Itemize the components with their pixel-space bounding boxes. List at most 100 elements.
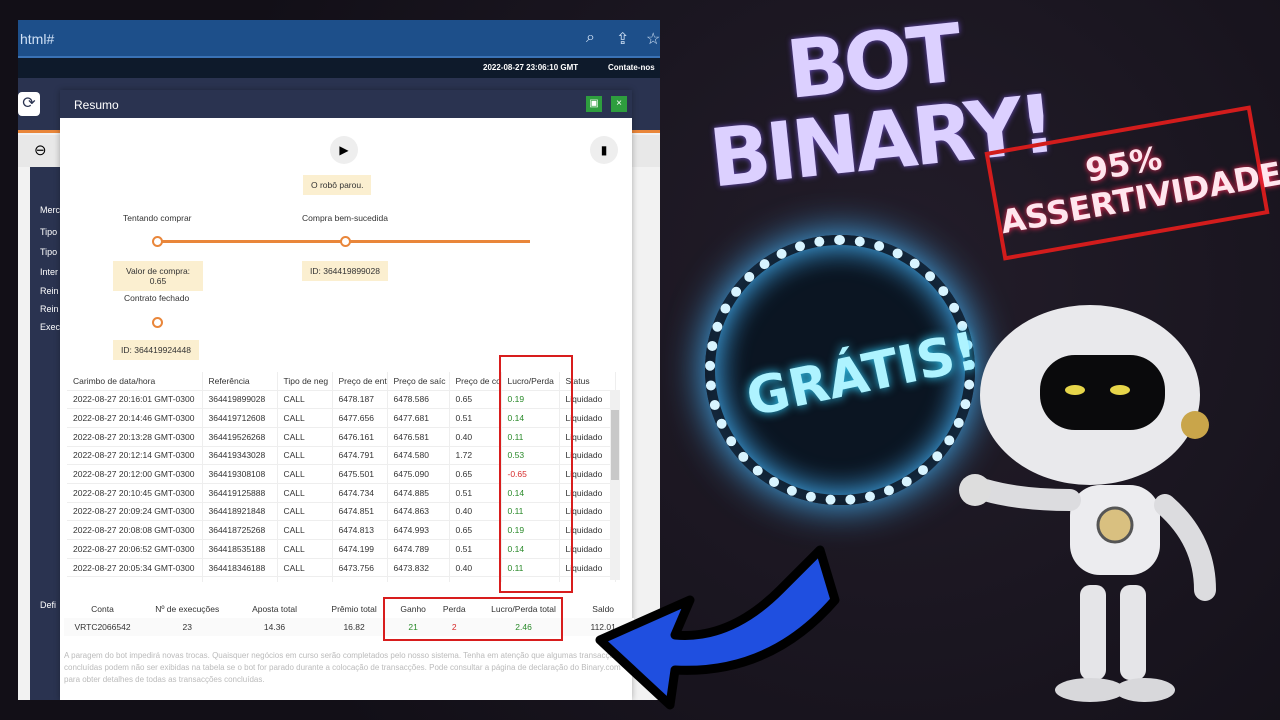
table-cell: 0.65	[449, 520, 502, 540]
column-header[interactable]: Preço de cor	[449, 372, 502, 391]
scroll-thumb[interactable]	[611, 410, 619, 480]
table-cell: 6477.681	[387, 408, 450, 428]
table-cell: 0.51	[449, 539, 502, 559]
table-cell: 6473.068	[332, 576, 388, 582]
table-cell: 6474.863	[387, 502, 450, 522]
zoom-out-icon[interactable]: ⊖	[34, 141, 47, 159]
sidebar-item[interactable]: Merc	[40, 205, 60, 215]
summary-value-cell: 16.82	[343, 622, 365, 632]
table-cell: 0.51	[449, 408, 502, 428]
step-node	[152, 236, 163, 247]
table-cell: 364419343028	[202, 446, 278, 466]
table-cell: CALL	[277, 576, 333, 582]
table-cell: 6473.756	[332, 558, 388, 578]
table-cell: CALL	[277, 558, 333, 578]
star-icon[interactable]: ☆	[646, 29, 660, 49]
sidebar-item[interactable]: Tipo	[40, 227, 57, 237]
table-cell: 6474.789	[387, 539, 450, 559]
table-cell: 6474.791	[332, 446, 388, 466]
close-icon[interactable]: ×	[611, 96, 627, 112]
table-cell: 2022-08-27 20:06:52 GMT-0300	[67, 539, 203, 559]
column-header[interactable]: Preço de saíc	[387, 372, 450, 391]
table-cell: 6474.580	[387, 446, 450, 466]
table-cell: 6475.090	[387, 464, 450, 484]
summary-value-cell: 14.36	[263, 622, 286, 632]
table-cell: 6473.086	[387, 576, 450, 582]
summary-modal: Resumo ▣ × ▶ ▮ O robô parou. Tentando co…	[60, 90, 634, 700]
buy-value-note: Valor de compra: 0.65	[113, 261, 203, 291]
table-cell: 6474.885	[387, 483, 450, 503]
table-cell: 364419899028	[202, 390, 278, 410]
table-cell: 6477.656	[332, 408, 388, 428]
table-cell: CALL	[277, 390, 333, 410]
clear-log-icon[interactable]: ▮	[590, 136, 618, 164]
table-cell: CALL	[277, 520, 333, 540]
table-cell: 6474.199	[332, 539, 388, 559]
table-cell: 0.65	[449, 576, 502, 582]
address-bar[interactable]: html# ⌕ ⇪ ☆	[18, 20, 660, 58]
table-cell: 2022-08-27 20:12:14 GMT-0300	[67, 446, 203, 466]
summary-header-cell: Prêmio total	[331, 604, 377, 614]
table-cell: 364419526268	[202, 427, 278, 447]
sidebar-item[interactable]: Tipo	[40, 247, 57, 257]
contact-link[interactable]: Contate-nos	[608, 63, 655, 72]
table-cell: 364419712608	[202, 408, 278, 428]
sidebar-item[interactable]: Rein	[40, 286, 59, 296]
table-cell: CALL	[277, 483, 333, 503]
sidebar-item[interactable]: Exec	[40, 322, 60, 332]
step-trying-label: Tentando comprar	[123, 213, 192, 223]
column-header[interactable]: Tipo de neg	[277, 372, 333, 391]
table-cell: 6474.734	[332, 483, 388, 503]
table-cell: CALL	[277, 539, 333, 559]
table-cell: 6473.832	[387, 558, 450, 578]
play-button[interactable]: ▶	[330, 136, 358, 164]
table-cell: CALL	[277, 408, 333, 428]
sidebar-item[interactable]: Defi	[40, 600, 56, 610]
footnote: A paragem do bot impedirá novas trocas. …	[64, 651, 623, 684]
modal-header: Resumo ▣ ×	[60, 90, 632, 118]
summary-header-cell: Conta	[91, 604, 114, 614]
table-cell: 6474.851	[332, 502, 388, 522]
top-bar: 2022-08-27 23:06:10 GMT Contate-nos	[18, 58, 660, 78]
zoom-icon[interactable]: ⌕	[586, 29, 595, 47]
highlight-box	[383, 597, 563, 641]
table-cell: 0.40	[449, 558, 502, 578]
table-cell: 2022-08-27 20:09:24 GMT-0300	[67, 502, 203, 522]
table-cell: 6475.501	[332, 464, 388, 484]
step-success-label: Compra bem-sucedida	[302, 213, 388, 223]
table-cell: 364418725268	[202, 520, 278, 540]
table-cell: CALL	[277, 502, 333, 522]
table-cell: 2022-08-27 20:16:01 GMT-0300	[67, 390, 203, 410]
column-header[interactable]: Preço de entr	[332, 372, 388, 391]
table-cell: 364418346188	[202, 558, 278, 578]
summary-value-cell: 23	[182, 622, 192, 632]
column-header[interactable]: Referência	[202, 372, 278, 391]
table-cell: 2022-08-27 20:04:16 GMT-0300	[67, 576, 203, 582]
sidebar-item[interactable]: Inter	[40, 267, 58, 277]
trade-id-note: ID: 364419899028	[302, 261, 388, 281]
contract-closed-label: Contrato fechado	[124, 293, 190, 303]
table-cell: 0.40	[449, 427, 502, 447]
table-cell: CALL	[277, 446, 333, 466]
save-icon[interactable]: ▣	[586, 96, 602, 112]
table-cell: 2022-08-27 20:05:34 GMT-0300	[67, 558, 203, 578]
share-icon[interactable]: ⇪	[616, 29, 629, 49]
table-cell: 364418535188	[202, 539, 278, 559]
arrow-icon	[595, 545, 840, 710]
table-cell: CALL	[277, 427, 333, 447]
table-cell: 0.40	[449, 502, 502, 522]
modal-title: Resumo	[74, 98, 119, 112]
summary-header-cell: Nº de execuções	[155, 604, 220, 614]
buy-value-amount: 0.65	[149, 276, 167, 286]
robot-illustration	[959, 305, 1216, 702]
table-cell: 0.51	[449, 483, 502, 503]
column-header[interactable]: Carimbo de data/hora	[67, 372, 203, 391]
table-cell: 0.65	[449, 390, 502, 410]
url-text: html#	[20, 31, 55, 47]
table-cell: 2022-08-27 20:10:45 GMT-0300	[67, 483, 203, 503]
step-node	[340, 236, 351, 247]
browser-window: html# ⌕ ⇪ ☆ 2022-08-27 23:06:10 GMT Cont…	[18, 20, 660, 700]
table-cell: 6476.581	[387, 427, 450, 447]
table-cell: 0.65	[449, 464, 502, 484]
sidebar-item[interactable]: Rein	[40, 304, 59, 314]
